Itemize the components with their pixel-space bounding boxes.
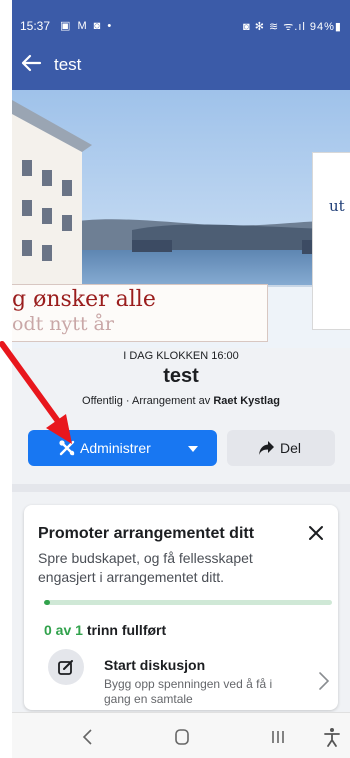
share-button[interactable]: Del: [227, 430, 335, 466]
promote-description: Spre budskapet, og få fellesskapet engas…: [38, 550, 253, 585]
steps-rest: trinn fullført: [82, 622, 167, 638]
status-time: 15:37: [20, 19, 51, 33]
notification-icons: ▣ M ◙ •: [60, 20, 114, 32]
back-chevron-icon[interactable]: [76, 725, 100, 749]
greeting-card-overlay: g ønsker alle odt nytt år: [12, 284, 268, 342]
status-bar: 15:37 ▣ M ◙ • ◙ ✻ ≋ ᯤ.ıl 94%▮: [12, 0, 350, 38]
greeting-line-2: odt nytt år: [12, 313, 114, 335]
second-banner: ut: [312, 152, 350, 330]
task-description: Bygg opp spenningen ved å få i gang en s…: [104, 677, 273, 706]
promote-steps: 0 av 1 trinn fullført: [44, 622, 166, 638]
system-navigation-bar: [12, 712, 350, 758]
second-banner-text: ut: [329, 197, 345, 215]
event-cover-photo[interactable]: g ønsker alle odt nytt år ut: [12, 90, 350, 348]
progress-fill: [44, 600, 50, 605]
steps-done: 0 av 1: [44, 622, 83, 638]
caret-down-icon: [188, 446, 198, 452]
app-bar-title: test: [54, 55, 82, 74]
accessibility-icon[interactable]: [320, 725, 344, 749]
event-privacy-label: Offentlig · Arrangement av: [82, 395, 214, 407]
manage-button-label: Administrer: [80, 440, 151, 456]
system-status-icons: ◙ ✻ ≋ ᯤ.ıl 94%▮: [243, 21, 342, 33]
share-arrow-icon: [258, 440, 275, 456]
app-bar: test: [12, 38, 350, 90]
compose-icon[interactable]: [48, 649, 84, 685]
home-icon[interactable]: [170, 725, 194, 749]
recents-icon[interactable]: [266, 725, 290, 749]
close-icon[interactable]: [304, 521, 328, 545]
promote-card: Promoter arrangementet ditt Spre budskap…: [24, 505, 338, 710]
share-button-label: Del: [280, 440, 302, 456]
chevron-right-icon[interactable]: [318, 671, 330, 691]
greeting-line-1: g ønsker alle: [12, 287, 156, 312]
task-title[interactable]: Start diskusjon: [104, 657, 205, 673]
promote-title: Promoter arrangementet ditt: [38, 525, 255, 542]
red-annotation-arrow: [0, 341, 72, 444]
event-host-link[interactable]: Raet Kystlag: [213, 395, 280, 407]
back-arrow-icon[interactable]: [16, 48, 46, 78]
section-divider: [12, 484, 350, 492]
promote-progress-bar: [44, 600, 332, 605]
